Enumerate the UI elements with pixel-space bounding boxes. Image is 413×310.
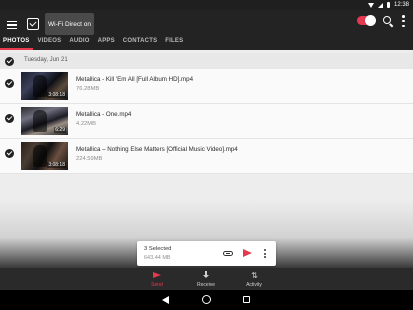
list-item[interactable]: 6:29 Metallica - One.mp4 4.22MB [0, 104, 413, 139]
nav-label: Send [151, 282, 163, 288]
tab-apps[interactable]: APPS [94, 36, 119, 50]
video-duration: 6:29 [54, 127, 66, 133]
cell-signal-icon [377, 2, 383, 8]
battery-icon [386, 2, 390, 8]
app-bar: Wi-Fi Direct on PHOTOS VIDEOS AUDIO APPS… [0, 10, 413, 50]
system-navigation-bar [0, 290, 413, 310]
selected-count: 3 Selected [144, 246, 172, 252]
nav-send[interactable]: Send [137, 268, 177, 290]
item-check-icon[interactable] [5, 149, 14, 158]
nav-label: Receive [196, 282, 216, 288]
list-item[interactable]: 3:08:18 Metallica - Kill 'Em All [Full A… [0, 69, 413, 104]
nav-receive[interactable]: Receive [186, 268, 226, 290]
select-all-icon[interactable] [27, 18, 39, 30]
tab-audio[interactable]: AUDIO [65, 36, 93, 50]
date-label: Tuesday, Jun 21 [24, 57, 68, 63]
video-duration: 3:08:18 [47, 92, 66, 98]
swap-vertical-icon: ⇅ [251, 271, 258, 280]
group-check-icon[interactable] [5, 57, 14, 66]
file-size: 4.22MB [76, 121, 96, 127]
file-name: Metallica - One.mp4 [76, 111, 132, 118]
selected-size: 643.44 MB [144, 255, 171, 261]
video-thumbnail: 3:08:18 [21, 72, 68, 100]
status-bar: 12:38 [0, 0, 413, 10]
search-icon[interactable] [383, 16, 391, 24]
tab-photos[interactable]: PHOTOS [0, 36, 34, 50]
file-name: Metallica - Kill 'Em All [Full Album HD]… [76, 76, 194, 83]
item-check-icon[interactable] [5, 114, 14, 123]
home-icon[interactable] [202, 295, 211, 304]
more-vert-icon[interactable] [264, 249, 266, 258]
video-thumbnail: 6:29 [21, 107, 68, 135]
date-group-header: Tuesday, Jun 21 [0, 53, 413, 69]
bottom-navigation: Send Receive ⇅ Activity [0, 268, 413, 290]
category-tabs: PHOTOS VIDEOS AUDIO APPS CONTACTS FILES [0, 36, 187, 50]
link-icon[interactable] [223, 251, 233, 256]
tab-videos[interactable]: VIDEOS [33, 36, 65, 50]
wifi-direct-toggle[interactable] [357, 15, 376, 26]
selection-card: 3 Selected 643.44 MB [137, 241, 276, 266]
file-size: 224.59MB [76, 156, 103, 162]
status-time: 12:38 [393, 2, 409, 8]
list-item[interactable]: 3:08:18 Metallica – Nothing Else Matters… [0, 139, 413, 174]
nav-label: Activity [246, 282, 262, 288]
download-icon [203, 271, 209, 279]
recents-icon[interactable] [243, 296, 250, 303]
nav-activity[interactable]: ⇅ Activity [234, 268, 274, 290]
overflow-menu-icon[interactable] [402, 15, 405, 27]
wifi-signal-icon [367, 2, 374, 8]
tab-contacts[interactable]: CONTACTS [119, 36, 162, 50]
video-duration: 3:08:18 [47, 162, 66, 168]
item-check-icon[interactable] [5, 79, 14, 88]
back-icon[interactable] [162, 296, 169, 304]
file-name: Metallica – Nothing Else Matters [Offici… [76, 146, 238, 153]
file-size: 76.28MB [76, 86, 100, 92]
tab-files[interactable]: FILES [161, 36, 187, 50]
send-icon[interactable] [243, 249, 252, 257]
send-icon [153, 272, 161, 278]
video-thumbnail: 3:08:18 [21, 142, 68, 170]
file-list: 3:08:18 Metallica - Kill 'Em All [Full A… [0, 69, 413, 174]
menu-icon[interactable] [7, 20, 17, 30]
wifi-direct-tooltip: Wi-Fi Direct on [45, 13, 94, 35]
